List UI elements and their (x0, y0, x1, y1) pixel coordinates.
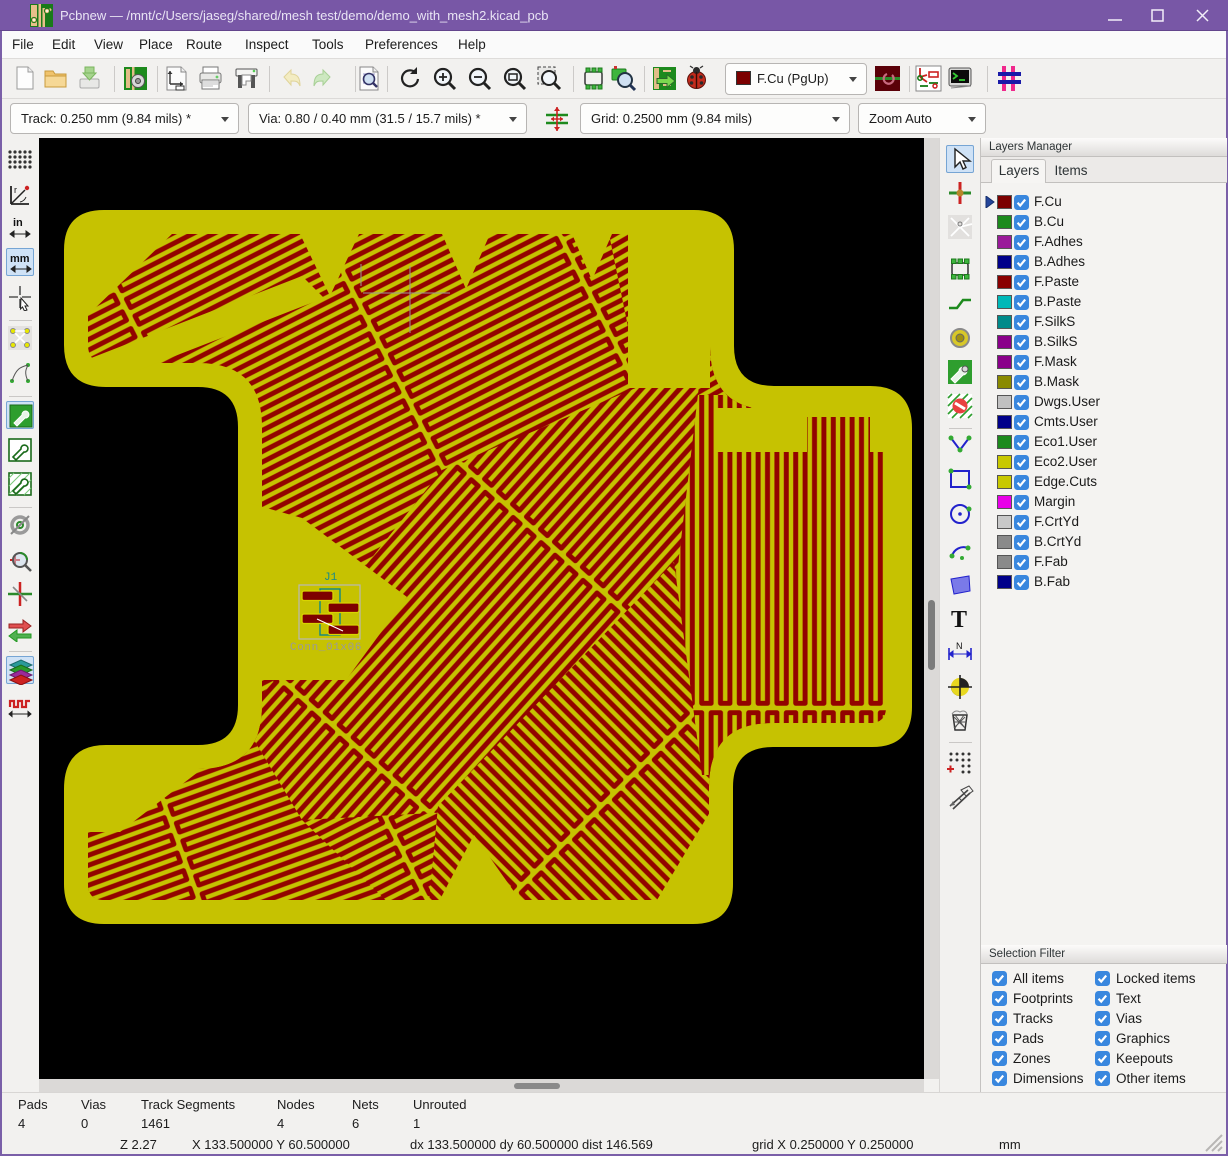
svg-text:T: T (951, 607, 967, 633)
svg-text:N: N (956, 641, 963, 651)
svg-text:mm: mm (10, 253, 30, 265)
svg-text:r: r (14, 185, 17, 195)
svg-text:J1: J1 (324, 572, 338, 584)
svg-text:in: in (13, 217, 23, 229)
svg-text:Conn_01x06: Conn_01x06 (290, 642, 362, 654)
